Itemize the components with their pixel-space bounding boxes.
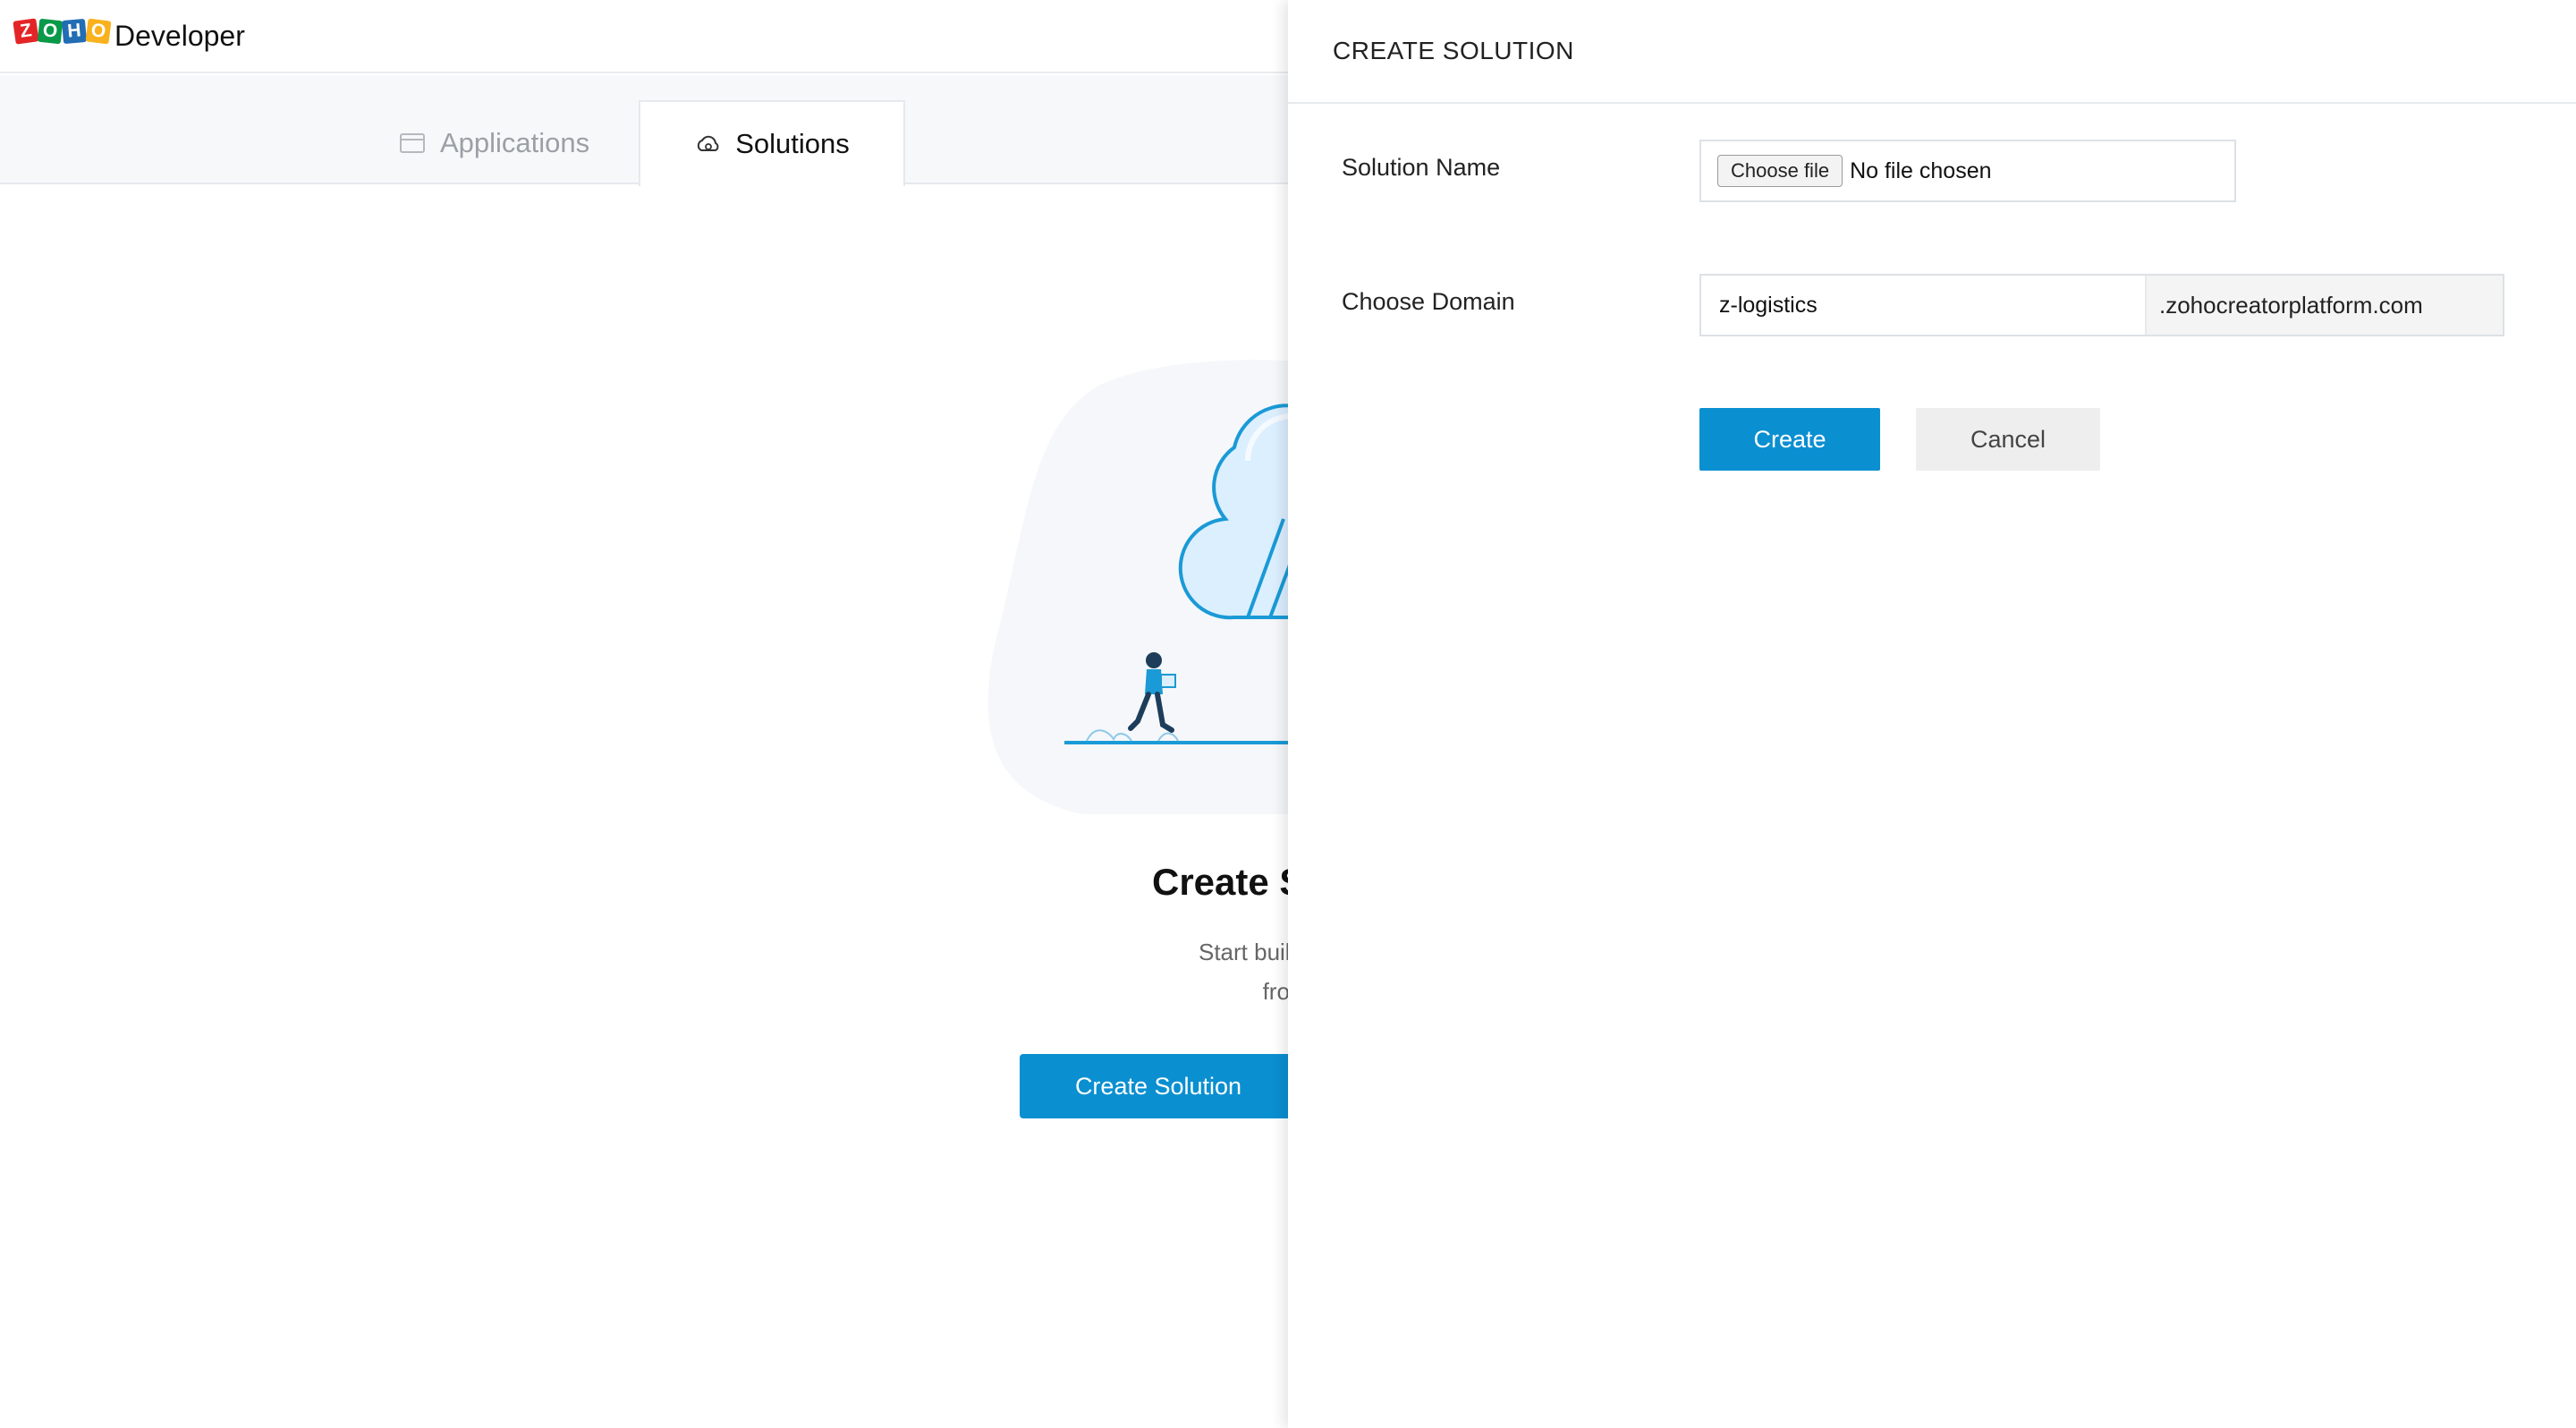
logo-letter-o2: O — [85, 18, 112, 45]
file-status-text: No file chosen — [1850, 157, 1992, 183]
tab-solutions[interactable]: Solutions — [639, 100, 905, 186]
logo-letter-h: H — [61, 18, 88, 45]
tab-solutions-label: Solutions — [735, 128, 850, 159]
create-solution-panel: CREATE SOLUTION Solution Name Choose fil… — [1288, 0, 2576, 1428]
create-button[interactable]: Create — [1699, 408, 1880, 471]
product-name: Developer — [114, 20, 245, 52]
domain-input[interactable] — [1701, 276, 2145, 335]
cloud-gear-icon — [694, 131, 721, 157]
zoho-logo[interactable]: Z O H O — [13, 18, 112, 45]
tab-applications[interactable]: Applications — [345, 100, 643, 186]
window-icon — [399, 130, 426, 157]
tab-applications-label: Applications — [440, 127, 590, 158]
logo-letter-z: Z — [13, 18, 39, 45]
choose-file-button[interactable]: Choose file — [1717, 155, 1843, 187]
logo-letter-o: O — [37, 18, 64, 45]
domain-field-group: .zohocreatorplatform.com — [1699, 274, 2504, 336]
empty-state-title: Create S — [1152, 861, 1305, 903]
cancel-button[interactable]: Cancel — [1916, 408, 2100, 471]
solution-name-label: Solution Name — [1342, 154, 1501, 181]
panel-title: CREATE SOLUTION — [1333, 37, 1574, 64]
panel-header: CREATE SOLUTION — [1288, 0, 2576, 104]
app-frame: Z O H O Developer Applications Solutions — [0, 0, 2576, 1428]
choose-domain-label: Choose Domain — [1342, 288, 1515, 315]
domain-suffix: .zohocreatorplatform.com — [2145, 276, 2503, 335]
create-solution-button[interactable]: Create Solution — [1020, 1054, 1297, 1118]
solution-file-input[interactable]: Choose file No file chosen — [1699, 140, 2236, 202]
